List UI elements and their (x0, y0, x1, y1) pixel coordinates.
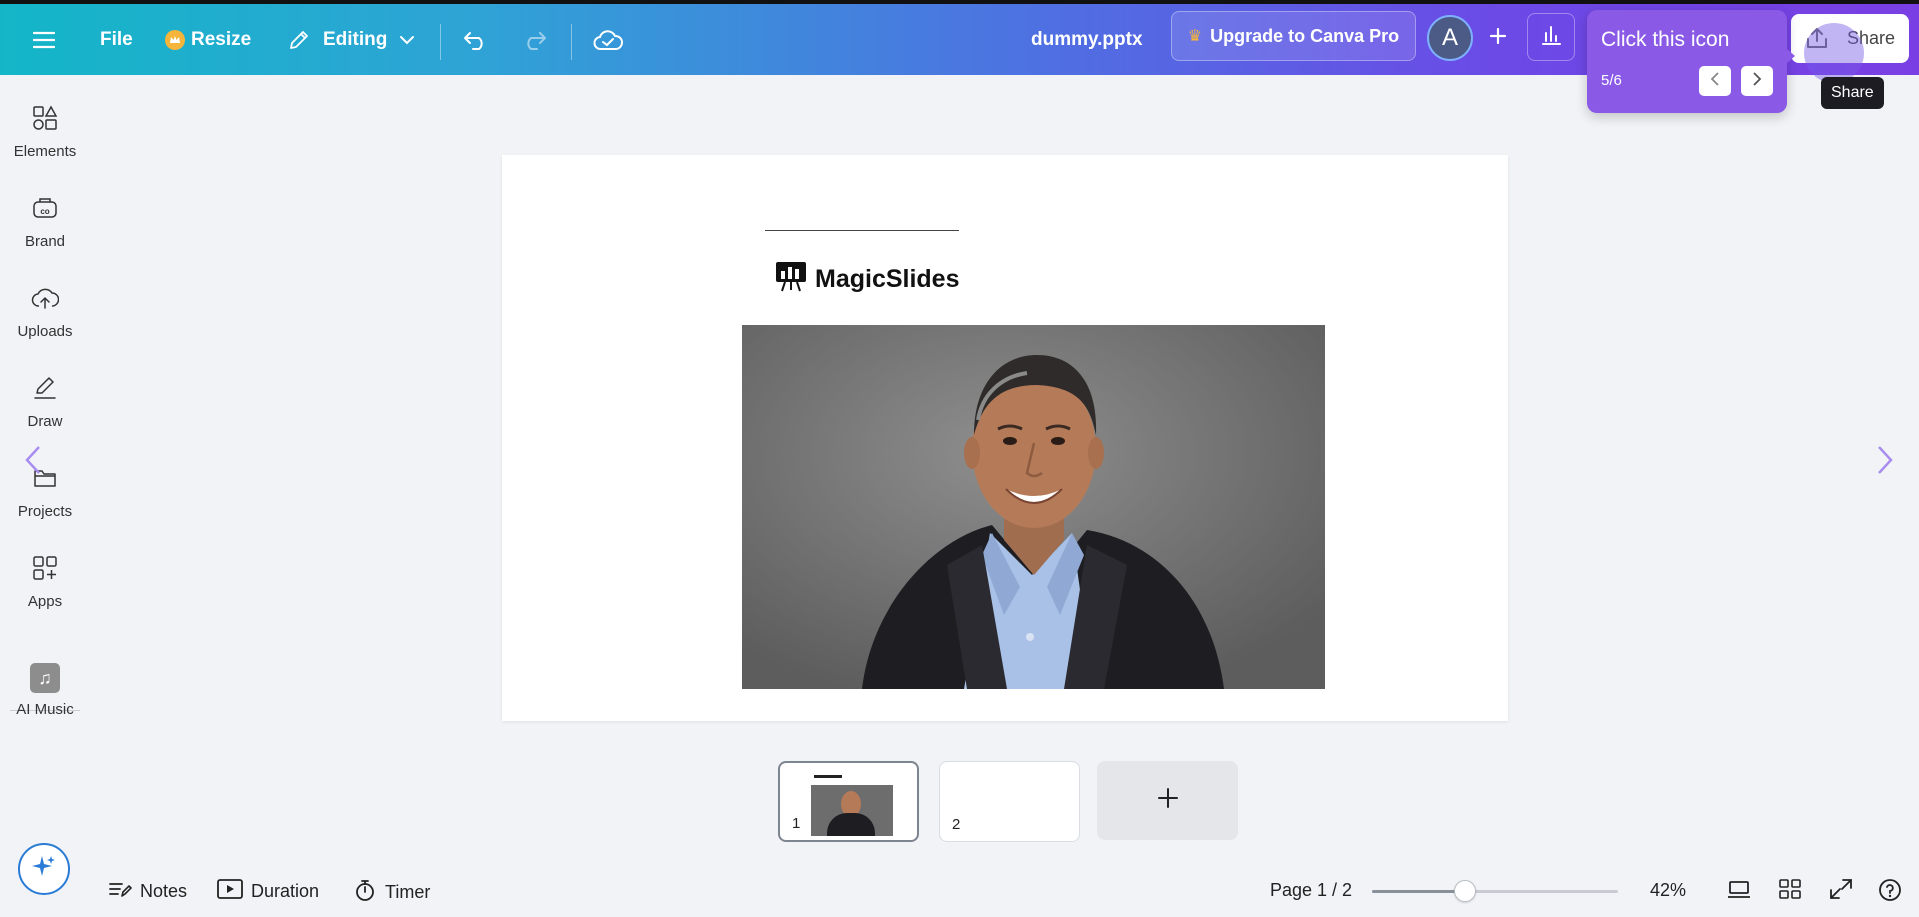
avatar[interactable]: A (1427, 15, 1473, 61)
redo-icon[interactable] (521, 4, 547, 75)
slide-canvas[interactable]: MagicSlides (502, 155, 1508, 721)
timer-label: Timer (385, 882, 431, 902)
share-tooltip-text: Share (1831, 84, 1874, 101)
zoom-level[interactable]: 42% (1650, 880, 1686, 901)
resize-button[interactable]: Resize (165, 4, 251, 75)
guide-prev-button[interactable] (1699, 66, 1731, 96)
page-thumbnail-1[interactable]: 1 (778, 761, 919, 842)
grid-view-icon[interactable] (1778, 878, 1802, 905)
zoom-slider-fill (1372, 890, 1466, 893)
notes-icon (108, 878, 132, 905)
hamburger-menu-icon[interactable] (33, 4, 55, 75)
chevron-right-icon (1876, 446, 1894, 479)
cloud-saved-icon[interactable] (593, 4, 623, 75)
toolbar-divider (440, 24, 441, 60)
elements-icon (32, 105, 58, 135)
slide-logo[interactable]: MagicSlides (775, 260, 960, 299)
cloud-upload-icon (31, 285, 60, 315)
highlight-circle (1804, 23, 1864, 83)
sidebar-item-label: Apps (27, 593, 63, 610)
guide-popup: Click this icon 5/6 (1587, 10, 1787, 113)
page-thumbnail-2[interactable]: 2 (939, 761, 1080, 842)
insights-button[interactable] (1527, 13, 1575, 61)
duration-button[interactable]: Duration (217, 878, 319, 905)
notes-label: Notes (140, 881, 188, 901)
guide-next-button[interactable] (1741, 66, 1773, 96)
plus-icon (1157, 787, 1179, 814)
play-icon (217, 878, 243, 905)
guide-title: Click this icon (1601, 28, 1730, 51)
sidebar-item-label: AI Music (16, 701, 74, 718)
crown-icon (165, 29, 185, 50)
left-sidebar: Elements co Brand Uploads Draw Projects … (0, 75, 90, 917)
music-note-icon: ♫ (30, 663, 60, 693)
add-collaborator-button[interactable] (1475, 15, 1521, 61)
sidebar-item-apps[interactable]: Apps (0, 555, 90, 610)
page-indicator[interactable]: Page 1 / 2 (1270, 880, 1352, 901)
sidebar-item-ai-music[interactable]: ♫ AI Music (0, 663, 90, 718)
thumbnail-number: 2 (952, 816, 961, 833)
undo-icon[interactable] (463, 4, 489, 75)
plus-icon (1489, 27, 1507, 50)
sparkle-icon (30, 853, 58, 886)
stopwatch-icon (353, 878, 377, 907)
share-tooltip: Share (1821, 77, 1884, 109)
crown-icon: ♛ (1187, 28, 1203, 45)
sidebar-item-label: Brand (24, 233, 66, 250)
page-view-icon[interactable] (1727, 878, 1751, 905)
sidebar-item-projects[interactable]: Projects (0, 465, 90, 520)
toolbar-divider (571, 24, 572, 60)
notes-button[interactable]: Notes (108, 878, 187, 905)
previous-page-arrow[interactable] (24, 445, 42, 480)
sidebar-item-draw[interactable]: Draw (0, 375, 90, 430)
slide-logo-text: MagicSlides (815, 265, 960, 293)
guide-pointer (1787, 49, 1795, 63)
chevron-left-icon (24, 446, 42, 479)
file-menu-label: File (100, 28, 133, 50)
duration-label: Duration (251, 881, 320, 901)
guide-step-counter: 5/6 (1601, 72, 1622, 89)
thumbnail-number: 1 (792, 815, 801, 832)
zoom-slider[interactable] (1372, 880, 1618, 902)
resize-label: Resize (191, 28, 252, 50)
upgrade-label: Upgrade to Canva Pro (1210, 25, 1400, 46)
sidebar-item-label: Draw (27, 413, 63, 430)
sidebar-item-label: Uploads (17, 323, 73, 340)
chevron-left-icon (1710, 71, 1720, 91)
file-menu-button[interactable]: File (100, 4, 133, 75)
avatar-initial: A (1441, 24, 1458, 51)
slide-divider-line[interactable] (765, 230, 959, 231)
brand-icon: co (32, 195, 58, 225)
upgrade-pro-button[interactable]: ♛ Upgrade to Canva Pro (1171, 11, 1416, 61)
timer-button[interactable]: Timer (353, 878, 430, 907)
magic-assistant-button[interactable] (18, 843, 70, 895)
svg-text:co: co (40, 207, 49, 216)
add-page-button[interactable] (1097, 761, 1238, 840)
zoom-slider-handle[interactable] (1454, 880, 1477, 902)
pencil-icon (287, 28, 311, 52)
chevron-right-icon (1752, 71, 1762, 91)
document-title[interactable]: dummy.pptx (1031, 4, 1143, 75)
portrait-photo[interactable] (742, 325, 1325, 689)
fullscreen-icon[interactable] (1829, 878, 1853, 905)
apps-grid-icon (32, 555, 58, 585)
editing-label: Editing (323, 28, 388, 50)
help-icon[interactable] (1878, 878, 1902, 907)
sidebar-item-label: Elements (13, 143, 77, 160)
presentation-board-icon (775, 260, 807, 299)
chevron-down-icon (399, 35, 415, 45)
thumbnail-logo (814, 775, 842, 778)
sidebar-item-label: Projects (17, 503, 73, 520)
next-page-arrow[interactable] (1876, 445, 1894, 480)
editing-mode-dropdown[interactable]: Editing (287, 4, 415, 75)
bar-chart-icon (1539, 23, 1563, 52)
sidebar-item-uploads[interactable]: Uploads (0, 285, 90, 340)
sidebar-item-elements[interactable]: Elements (0, 105, 90, 160)
document-title-text: dummy.pptx (1031, 28, 1143, 50)
pen-icon (32, 375, 58, 405)
thumbnail-photo (811, 785, 893, 836)
sidebar-item-brand[interactable]: co Brand (0, 195, 90, 250)
